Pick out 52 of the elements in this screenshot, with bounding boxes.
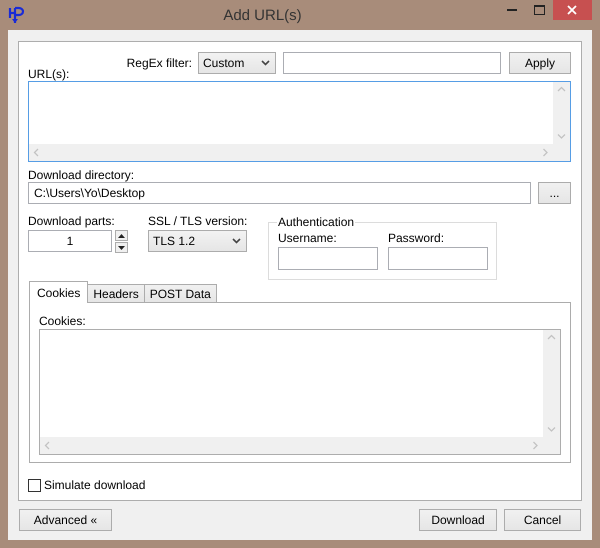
urls-field[interactable]: [28, 81, 571, 162]
caret-icon: [232, 238, 241, 244]
regex-filter-label: RegEx filter:: [126, 56, 192, 70]
cookies-label: Cookies:: [39, 314, 87, 328]
cookies-field[interactable]: [39, 329, 561, 455]
regex-filter-dropdown[interactable]: Custom: [198, 52, 276, 74]
triangle-up-icon: [118, 234, 125, 238]
spin-down-button[interactable]: [115, 242, 128, 253]
vertical-scrollbar[interactable]: [543, 330, 560, 437]
tab[interactable]: POST Data: [144, 284, 217, 302]
urls-label: URL(s):: [28, 67, 70, 81]
download-directory-label: Download directory:: [28, 168, 136, 182]
window-title: Add URL(s): [223, 7, 302, 24]
checkbox[interactable]: [28, 478, 41, 492]
download-parts-field[interactable]: 1: [28, 230, 112, 252]
close-icon: [567, 5, 578, 15]
horizontal-scrollbar[interactable]: [29, 144, 553, 161]
username-label: Username:: [278, 231, 338, 245]
chevron-up-icon: [557, 86, 566, 93]
username-field[interactable]: [278, 247, 378, 270]
chevron-right-icon: [542, 148, 549, 157]
horizontal-scrollbar[interactable]: [40, 437, 543, 454]
app-logo-icon: [8, 6, 26, 24]
chevron-left-icon: [33, 148, 40, 157]
simulate-download-label: Simulate download: [44, 478, 146, 492]
tab[interactable]: Cookies: [29, 281, 88, 303]
browse-button[interactable]: ...: [538, 182, 571, 204]
chevron-down-icon: [557, 133, 566, 140]
dialog-button[interactable]: Cancel: [504, 509, 581, 531]
dialog-button[interactable]: Advanced «: [19, 509, 112, 531]
authentication-title: Authentication: [277, 215, 356, 229]
chevron-down-icon: [547, 426, 556, 433]
chevron-up-icon: [547, 334, 556, 341]
apply-button[interactable]: Apply: [509, 52, 571, 74]
password-field[interactable]: [388, 247, 488, 270]
maximize-icon: [534, 5, 545, 15]
download-directory-field[interactable]: C:\Users\Yo\Desktop: [28, 182, 531, 204]
close-button[interactable]: [552, 0, 592, 20]
minimize-icon: [507, 9, 518, 11]
dialog-button[interactable]: Download: [419, 509, 497, 531]
vertical-scrollbar[interactable]: [553, 82, 570, 144]
caret-icon: [261, 60, 270, 66]
triangle-down-icon: [118, 246, 125, 250]
ssl-tls-version-dropdown[interactable]: TLS 1.2: [148, 230, 247, 252]
spin-up-button[interactable]: [115, 230, 128, 241]
download-parts-label: Download parts:: [28, 214, 116, 228]
password-label: Password:: [388, 231, 446, 245]
tab[interactable]: Headers: [87, 284, 145, 302]
ssl-tls-version-label: SSL / TLS version:: [148, 214, 248, 228]
chevron-right-icon: [532, 441, 539, 450]
chevron-left-icon: [44, 441, 51, 450]
regex-pattern-field[interactable]: [283, 52, 501, 74]
